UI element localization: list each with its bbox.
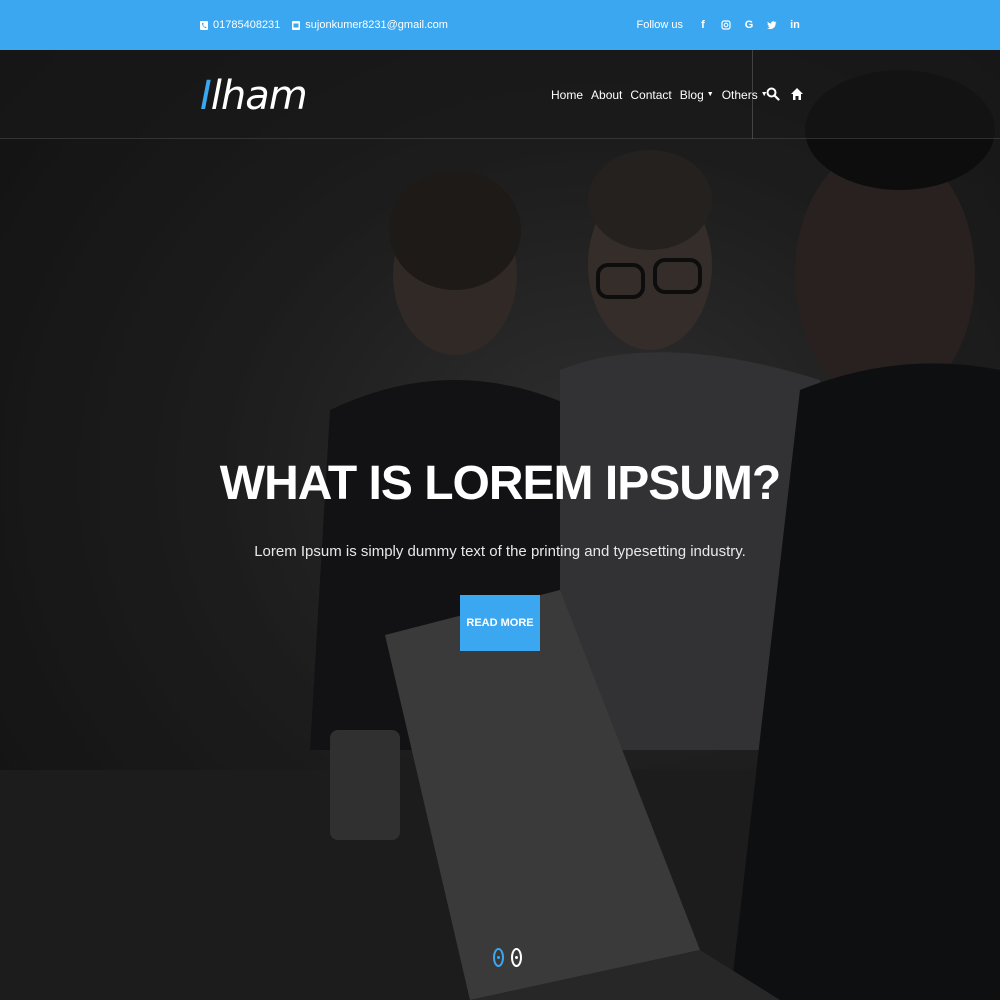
follow-us-label: Follow us — [636, 19, 683, 31]
nav-menu: Home About Contact Blog ▼ Others ▼ — [551, 50, 768, 139]
nav-item-blog[interactable]: Blog ▼ — [680, 88, 714, 102]
envelope-icon — [292, 20, 301, 30]
hero-subtitle: Lorem Ipsum is simply dummy text of the … — [254, 543, 746, 560]
nav-label: About — [591, 87, 623, 102]
nav-item-contact[interactable]: Contact — [630, 88, 671, 102]
google-icon[interactable]: G — [744, 19, 754, 31]
top-contact-bar: 01785408231 sujonkumer8231@gmail.com Fol… — [0, 0, 1000, 50]
twitter-icon[interactable] — [767, 20, 777, 30]
caret-down-icon: ▼ — [706, 91, 714, 98]
hero-title: WHAT IS LOREM IPSUM? — [219, 457, 781, 510]
nav-item-others[interactable]: Others ▼ — [722, 88, 768, 102]
phone-contact[interactable]: 01785408231 — [200, 19, 280, 31]
phone-number: 01785408231 — [213, 19, 281, 31]
logo-text: lham — [210, 73, 308, 119]
nav-label: Blog — [679, 87, 704, 102]
instagram-icon[interactable] — [721, 20, 731, 30]
read-more-button[interactable]: READ MORE — [460, 595, 540, 651]
slide-dot-2[interactable] — [511, 948, 522, 967]
logo-accent: I — [200, 73, 212, 119]
slide-dot-1[interactable] — [493, 948, 504, 967]
email-address: sujonkumer8231@gmail.com — [305, 19, 448, 31]
nav-label: Home — [551, 87, 584, 102]
nav-divider — [752, 50, 753, 139]
facebook-icon[interactable]: f — [698, 19, 708, 31]
email-contact[interactable]: sujonkumer8231@gmail.com — [292, 19, 448, 31]
hero-background-photo — [0, 50, 1000, 1000]
search-icon[interactable] — [766, 87, 780, 101]
slider-pagination — [493, 948, 522, 967]
home-icon[interactable] — [790, 87, 804, 101]
nav-item-home[interactable]: Home — [551, 88, 583, 102]
nav-label: Contact — [630, 87, 672, 102]
hero-banner — [0, 50, 1000, 1000]
site-logo[interactable]: Ilham — [200, 72, 308, 120]
phone-icon — [200, 20, 208, 30]
contact-info: 01785408231 sujonkumer8231@gmail.com — [200, 0, 448, 50]
nav-item-about[interactable]: About — [591, 88, 622, 102]
social-links: Follow us f G in — [637, 0, 800, 50]
main-navbar: Ilham Home About Contact Blog ▼ Others ▼ — [0, 50, 1000, 139]
linkedin-icon[interactable]: in — [790, 19, 800, 31]
